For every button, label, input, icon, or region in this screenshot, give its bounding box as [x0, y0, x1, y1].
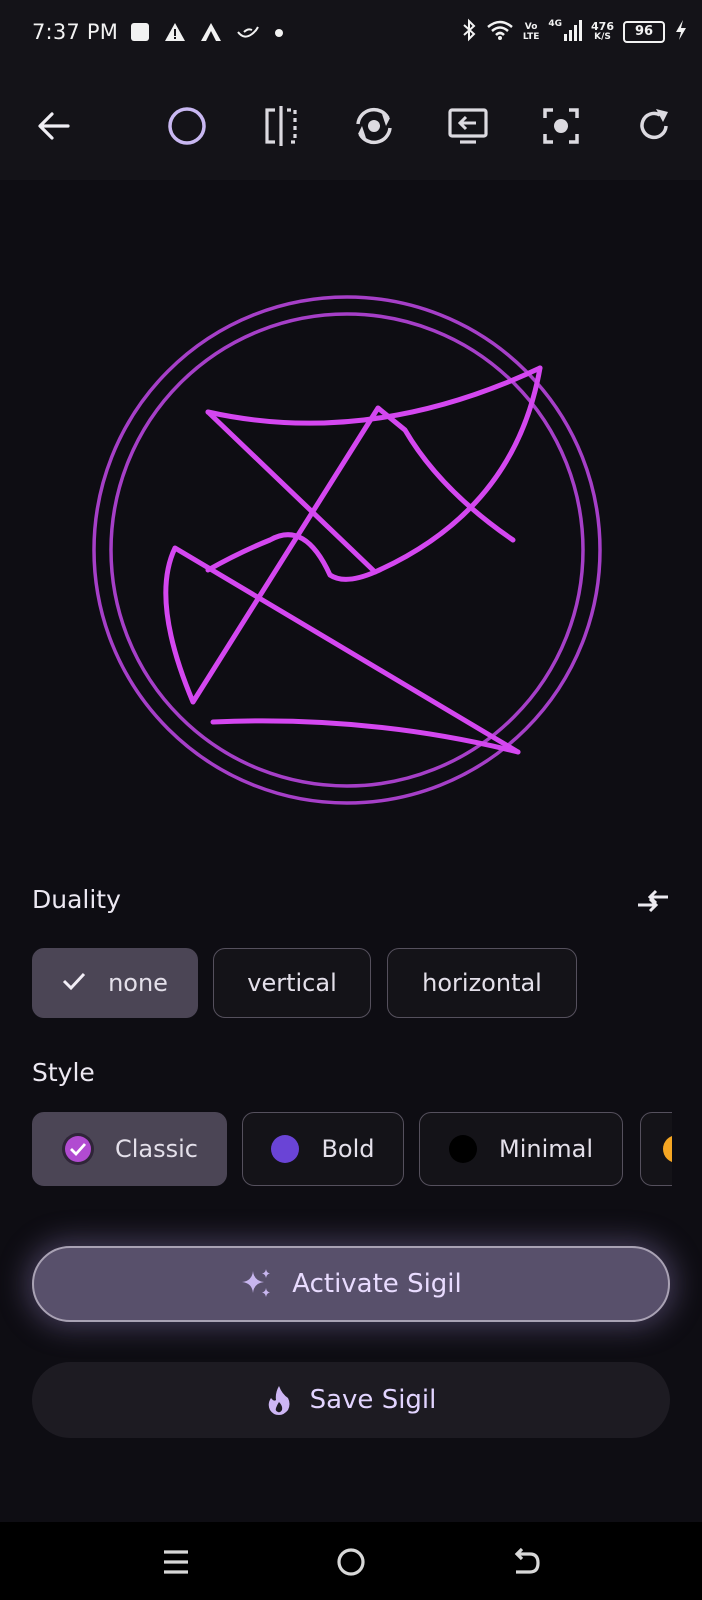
- duality-option-label: none: [108, 969, 168, 997]
- bird-icon: [236, 22, 260, 46]
- sigil-strokes: [163, 365, 543, 755]
- refresh-icon: [640, 109, 668, 140]
- app-a-icon: [200, 22, 222, 46]
- activate-sigil-label: Activate Sigil: [292, 1269, 462, 1299]
- swap-button[interactable]: [440, 98, 496, 154]
- style-option-classic[interactable]: Classic: [32, 1112, 227, 1186]
- partial-swatch-icon: [663, 1135, 672, 1163]
- sigil-drawing: [92, 295, 602, 805]
- network-speed: 476 K/S: [591, 20, 614, 42]
- nav-back-button[interactable]: [504, 1540, 548, 1584]
- style-title: Style: [32, 1058, 95, 1087]
- check-icon: [62, 969, 86, 997]
- bold-swatch-icon: [271, 1135, 300, 1163]
- center-focus-icon: [543, 108, 579, 144]
- menu-icon: [164, 1550, 188, 1574]
- notification-icons: [130, 22, 284, 46]
- sigil-canvas[interactable]: [0, 180, 702, 840]
- battery-indicator: 96: [623, 21, 665, 43]
- bluetooth-icon: [461, 18, 477, 46]
- swap-icon: [448, 108, 488, 144]
- style-option-minimal[interactable]: Minimal: [419, 1112, 623, 1186]
- save-sigil-label: Save Sigil: [309, 1385, 437, 1415]
- volte-top: Vo: [524, 22, 538, 32]
- wifi-icon: [486, 19, 514, 45]
- duality-option-label: horizontal: [422, 969, 542, 997]
- refresh-button[interactable]: [626, 98, 682, 154]
- status-time: 7:37 PM: [32, 20, 119, 44]
- minimal-swatch-icon: [448, 1135, 477, 1163]
- flame-icon: [266, 1384, 292, 1416]
- duality-option-none[interactable]: none: [32, 948, 198, 1018]
- signal-icon: [564, 19, 583, 45]
- compare-arrows-icon: [638, 889, 668, 913]
- back-button[interactable]: [26, 98, 82, 154]
- volte-indicator: Vo LTE: [523, 22, 540, 42]
- back-icon: [514, 1547, 540, 1574]
- warning-icon: [164, 22, 186, 46]
- save-sigil-button[interactable]: Save Sigil: [32, 1362, 670, 1438]
- speed-unit: K/S: [594, 32, 611, 42]
- square-notification-icon: [130, 22, 150, 46]
- compare-arrows-button[interactable]: [636, 886, 670, 920]
- style-option-label: Bold: [321, 1135, 375, 1163]
- top-toolbar: [0, 72, 702, 180]
- dot-icon: [274, 22, 284, 46]
- home-icon: [337, 1548, 365, 1576]
- nav-menu-button[interactable]: [154, 1540, 198, 1584]
- circle-border-icon: [168, 107, 206, 145]
- nav-home-button[interactable]: [329, 1540, 373, 1584]
- activate-sigil-button[interactable]: Activate Sigil: [32, 1246, 670, 1322]
- network-type: 4G: [548, 19, 563, 29]
- mirror-button[interactable]: [253, 98, 309, 154]
- rotate-icon: [356, 107, 392, 145]
- center-focus-button[interactable]: [533, 98, 589, 154]
- back-arrow-icon: [38, 112, 70, 140]
- volte-bottom: LTE: [522, 32, 540, 42]
- signal-group: 4G: [548, 19, 583, 45]
- classic-selected-icon: [61, 1132, 95, 1166]
- style-options-scroller[interactable]: Classic Bold Minimal: [0, 1108, 672, 1188]
- style-option-partial[interactable]: [640, 1112, 672, 1186]
- style-option-label: Classic: [114, 1135, 198, 1163]
- status-bar: 7:37 PM Vo LTE 4G 476 K/S 96: [0, 0, 702, 72]
- style-option-bold[interactable]: Bold: [242, 1112, 404, 1186]
- duality-title: Duality: [32, 885, 121, 914]
- circle-border-button[interactable]: [159, 98, 215, 154]
- sparkle-icon: [240, 1267, 274, 1301]
- speed-value: 476: [591, 20, 614, 33]
- system-indicators: Vo LTE 4G 476 K/S 96: [461, 18, 688, 46]
- duality-option-label: vertical: [247, 969, 337, 997]
- rotate-button[interactable]: [346, 98, 402, 154]
- duality-option-horizontal[interactable]: horizontal: [387, 948, 577, 1018]
- mirror-icon: [265, 106, 297, 146]
- system-nav-bar: [0, 1522, 702, 1600]
- style-option-label: Minimal: [498, 1135, 593, 1163]
- charging-icon: [674, 19, 688, 45]
- duality-option-vertical[interactable]: vertical: [213, 948, 371, 1018]
